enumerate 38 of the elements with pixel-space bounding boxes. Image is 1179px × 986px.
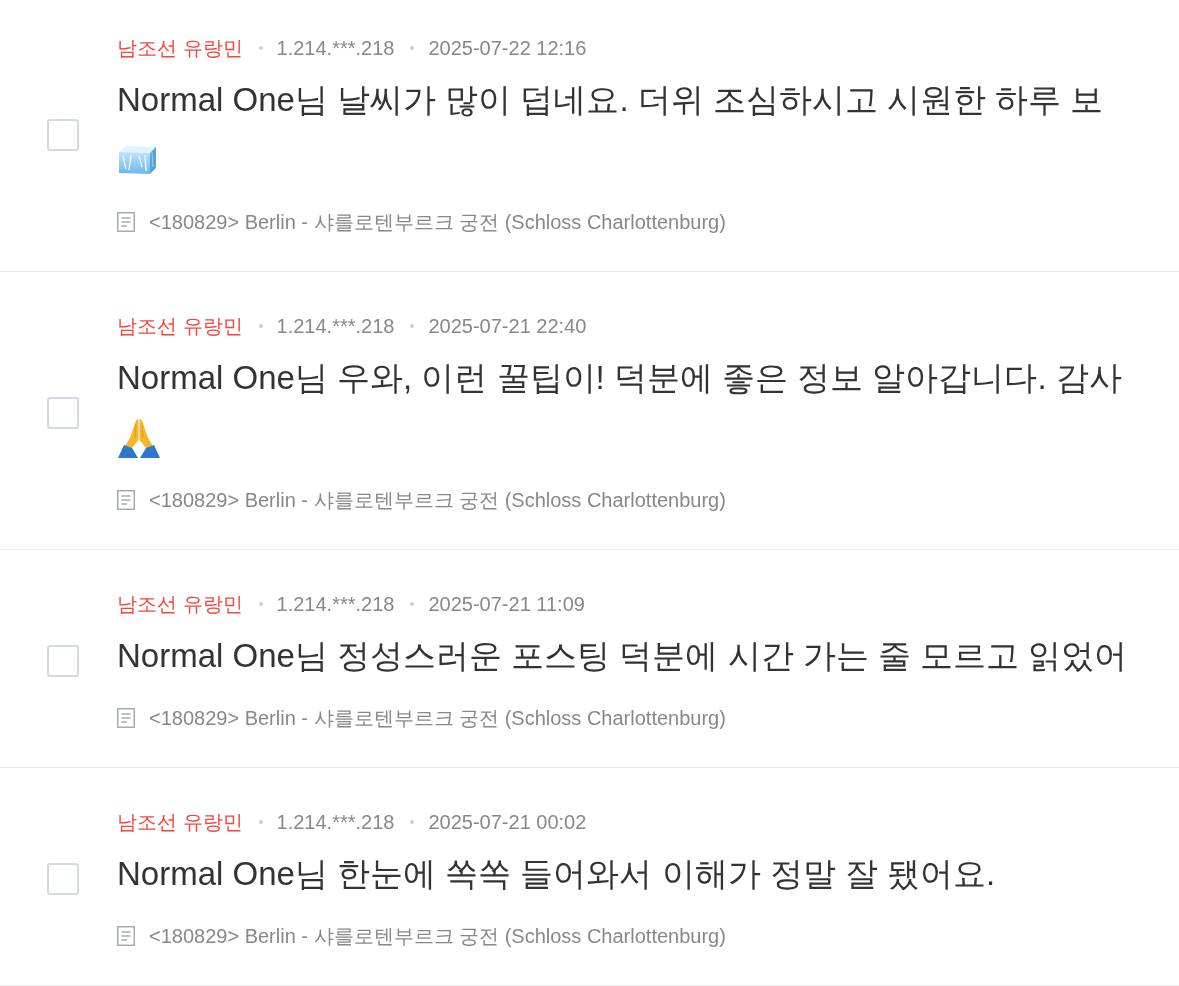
ip-address: 1.214.***.218	[276, 810, 395, 834]
ice-cube-icon	[117, 145, 157, 175]
comment-date: 2025-07-21 11:09	[428, 592, 585, 616]
separator-dot-icon	[410, 324, 415, 328]
author-name: 남조선 유랑민	[117, 313, 243, 339]
comment-text: Normal One님 정성스러운 포스팅 덕분에 시간 가는 줄 모르고 읽었어	[117, 636, 1129, 676]
comment-date: 2025-07-22 12:16	[428, 36, 587, 60]
separator-dot-icon	[410, 46, 415, 50]
author-name: 남조선 유랑민	[117, 591, 243, 617]
ip-address: 1.214.***.218	[276, 314, 395, 338]
checkbox[interactable]	[47, 397, 79, 429]
comment-text: Normal One님 우와, 이런 꿀팁이! 덕분에 좋은 정보 알아갑니다. 감사	[117, 358, 1123, 398]
separator-dot-icon	[258, 820, 263, 824]
separator-dot-icon	[410, 602, 415, 606]
separator-dot-icon	[258, 46, 263, 50]
post-title-link[interactable]: <180829> Berlin - 샤를로텐부르크 궁전 (Schloss Charlottenburg)	[149, 922, 726, 950]
separator-dot-icon	[410, 820, 415, 824]
post-title-link[interactable]: <180829> Berlin - 샤를로텐부르크 궁전 (Schloss Charlottenburg)	[149, 486, 726, 514]
separator-dot-icon	[258, 602, 263, 606]
comment-text: Normal One님 한눈에 쏙쏙 들어와서 이해가 정말 잘 됐어요.	[117, 854, 997, 894]
praying-hands-icon	[117, 418, 161, 458]
checkbox[interactable]	[47, 863, 79, 895]
checkbox[interactable]	[47, 119, 79, 151]
author-name: 남조선 유랑민	[117, 809, 243, 835]
document-icon	[117, 926, 135, 946]
document-icon	[117, 212, 135, 232]
comment-text: Normal One님 날씨가 많이 덥네요. 더위 조심하시고 시원한 하루 보	[117, 80, 1105, 120]
comment-date: 2025-07-21 22:40	[428, 314, 587, 338]
document-icon	[117, 490, 135, 510]
ip-address: 1.214.***.218	[276, 36, 395, 60]
post-title-link[interactable]: <180829> Berlin - 샤를로텐부르크 궁전 (Schloss Charlottenburg)	[149, 208, 726, 236]
document-icon	[117, 708, 135, 728]
author-name: 남조선 유랑민	[117, 35, 243, 61]
checkbox[interactable]	[47, 645, 79, 677]
separator-dot-icon	[258, 324, 263, 328]
comment-date: 2025-07-21 00:02	[428, 810, 587, 834]
post-title-link[interactable]: <180829> Berlin - 샤를로텐부르크 궁전 (Schloss Charlottenburg)	[149, 704, 726, 732]
ip-address: 1.214.***.218	[276, 592, 395, 616]
